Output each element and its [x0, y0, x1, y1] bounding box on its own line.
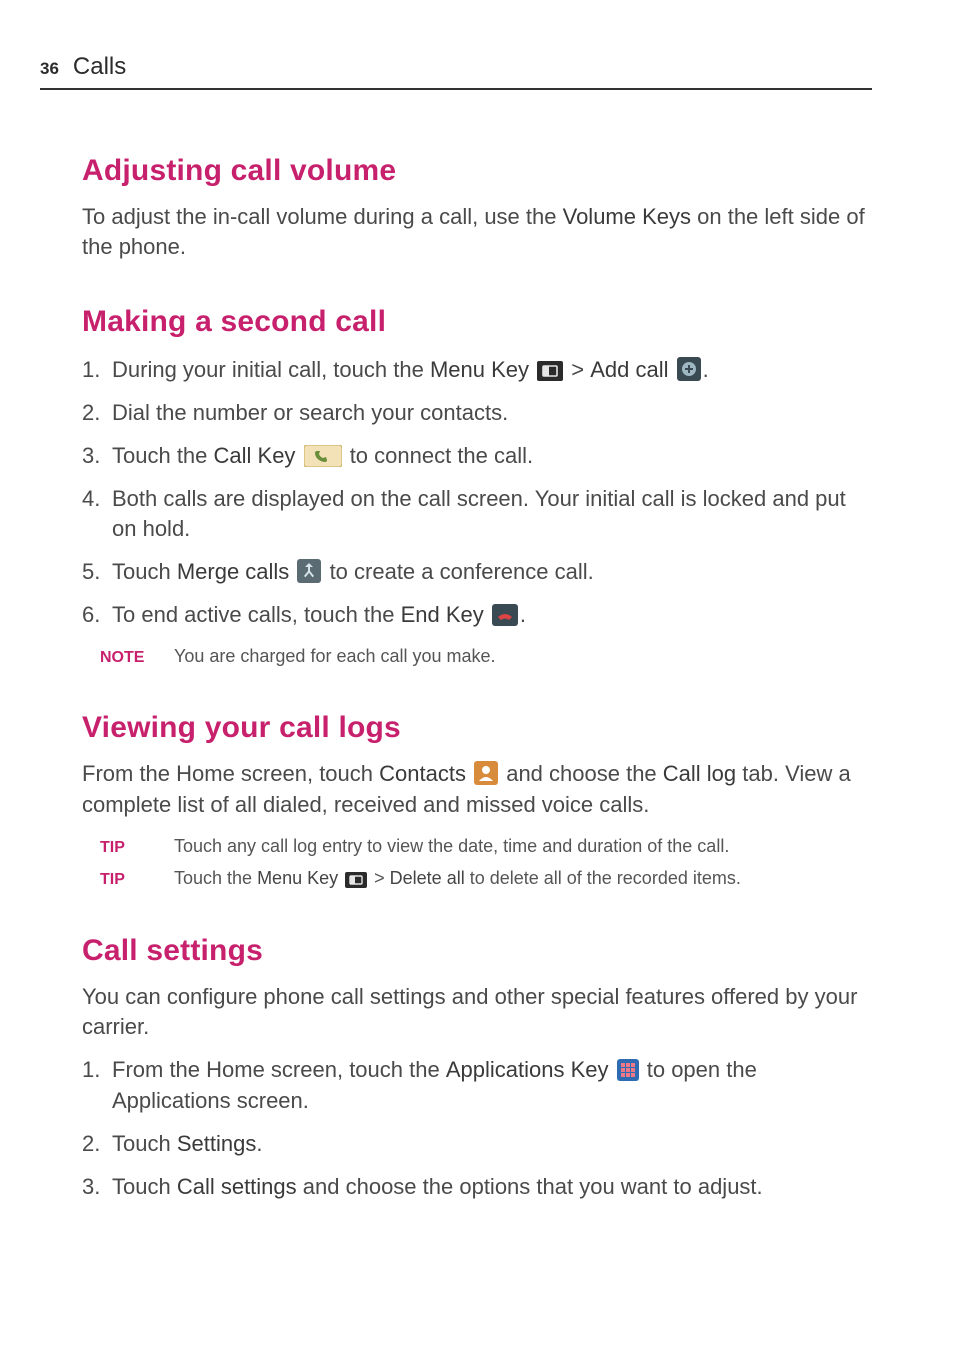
text: From the Home screen, touch	[82, 761, 379, 786]
call-key-label: Call Key	[214, 443, 296, 468]
tip-text: Touch any call log entry to view the dat…	[174, 833, 729, 859]
applications-key-label: Applications Key	[446, 1057, 609, 1082]
merge-calls-label: Merge calls	[177, 559, 289, 584]
text: >	[374, 868, 390, 888]
tip-row-2: TIP Touch the Menu Key > Delete all to d…	[100, 865, 872, 891]
applications-key-icon	[617, 1059, 639, 1081]
text: Touch the	[174, 868, 257, 888]
step-3: Touch Call settings and choose the optio…	[82, 1172, 872, 1203]
delete-all-label: Delete all	[390, 868, 465, 888]
text: to connect the call.	[350, 443, 533, 468]
text: .	[256, 1131, 262, 1156]
text: To adjust the in-call volume during a ca…	[82, 204, 563, 229]
steps-second-call: During your initial call, touch the Menu…	[82, 355, 872, 631]
step-1: From the Home screen, touch the Applicat…	[82, 1055, 872, 1117]
steps-call-settings: From the Home screen, touch the Applicat…	[82, 1055, 872, 1202]
heading-adjusting-volume: Adjusting call volume	[82, 150, 872, 192]
heading-call-settings: Call settings	[82, 930, 872, 972]
call-settings-label: Call settings	[177, 1174, 297, 1199]
call-log-label: Call log	[663, 761, 736, 786]
heading-call-logs: Viewing your call logs	[82, 707, 872, 749]
text: and choose the options that you want to …	[297, 1174, 763, 1199]
text: Touch	[112, 1131, 177, 1156]
paragraph-adjust-volume: To adjust the in-call volume during a ca…	[82, 202, 872, 264]
tip-text: Touch the Menu Key > Delete all to delet…	[174, 865, 741, 891]
text: Touch	[112, 1174, 177, 1199]
merge-calls-icon	[297, 559, 321, 583]
contacts-label: Contacts	[379, 761, 466, 786]
menu-key-icon	[537, 361, 563, 381]
tip-label: TIP	[100, 869, 152, 891]
text: Dial the number or search your contacts.	[112, 400, 508, 425]
menu-key-icon-small	[345, 872, 367, 888]
step-2: Dial the number or search your contacts.	[82, 398, 872, 429]
tip-row-1: TIP Touch any call log entry to view the…	[100, 833, 872, 859]
contacts-icon	[474, 761, 498, 785]
tip-label: TIP	[100, 837, 152, 859]
text: Touch	[112, 559, 177, 584]
text: From the Home screen, touch the	[112, 1057, 446, 1082]
text: To end active calls, touch the	[112, 602, 401, 627]
volume-keys-label: Volume Keys	[563, 204, 691, 229]
section-name: Calls	[73, 50, 126, 84]
end-key-icon	[492, 604, 518, 626]
text: and choose the	[506, 761, 663, 786]
text: You can configure phone call settings an…	[82, 984, 857, 1040]
note-label: NOTE	[100, 647, 152, 669]
note-text: You are charged for each call you make.	[174, 643, 496, 669]
step-5: Touch Merge calls to create a conference…	[82, 557, 872, 588]
step-2: Touch Settings.	[82, 1129, 872, 1160]
step-4: Both calls are displayed on the call scr…	[82, 484, 872, 546]
text: Both calls are displayed on the call scr…	[112, 486, 846, 542]
text: Touch the	[112, 443, 214, 468]
step-6: To end active calls, touch the End Key .	[82, 600, 872, 631]
running-head: 36 Calls	[40, 50, 872, 90]
paragraph-call-settings: You can configure phone call settings an…	[82, 982, 872, 1044]
text: .	[703, 357, 709, 382]
text: to create a conference call.	[330, 559, 594, 584]
call-key-icon	[304, 445, 342, 467]
add-call-label: Add call	[590, 357, 668, 382]
end-key-label: End Key	[401, 602, 484, 627]
text: >	[571, 357, 590, 382]
menu-key-label: Menu Key	[257, 868, 338, 888]
settings-label: Settings	[177, 1131, 257, 1156]
text: to delete all of the recorded items.	[465, 868, 741, 888]
add-call-icon	[677, 357, 701, 381]
text: During your initial call, touch the	[112, 357, 430, 382]
heading-second-call: Making a second call	[82, 301, 872, 343]
step-1: During your initial call, touch the Menu…	[82, 355, 872, 386]
page-number: 36	[40, 57, 59, 81]
menu-key-label: Menu Key	[430, 357, 529, 382]
paragraph-call-logs: From the Home screen, touch Contacts and…	[82, 759, 872, 821]
step-3: Touch the Call Key to connect the call.	[82, 441, 872, 472]
manual-page: 36 Calls Adjusting call volume To adjust…	[0, 0, 954, 1372]
text: .	[520, 602, 526, 627]
note-row: NOTE You are charged for each call you m…	[100, 643, 872, 669]
